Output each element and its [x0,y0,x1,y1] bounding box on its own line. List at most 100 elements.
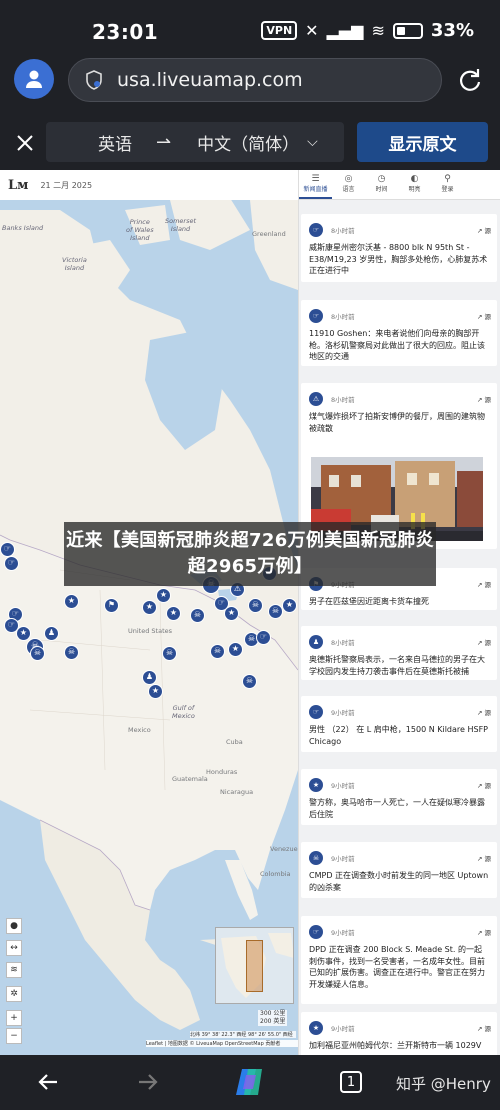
event-type-icon: ☠ [309,851,323,865]
event-marker[interactable]: ☞ [4,556,19,571]
card-time: 9小时前 [331,929,355,937]
map-layer-button[interactable]: ● [6,918,22,934]
event-type-icon: ☞ [309,925,323,939]
map-label-greenland: Greenland [252,230,286,238]
card-text: CMPD 正在调查数小时前发生的同一地区 Uptown 的凶杀案 [309,871,489,892]
event-type-icon: ★ [309,1021,323,1035]
event-marker[interactable]: ★ [224,606,239,621]
feed-card[interactable]: ☠ 9小时前 ↗ 源 CMPD 正在调查数小时前发生的同一地区 Uptown 的凶杀… [301,842,497,898]
map-expand-button[interactable]: ↔ [6,940,22,956]
event-marker[interactable]: ★ [228,642,243,657]
card-text: 煤气爆炸损坏了拍斯安博伊的餐厅，周围的建筑物被疏散 [309,412,485,433]
card-source-link[interactable]: ↗ 源 [477,707,491,717]
map-settings-icon[interactable]: ✲ [6,986,22,1002]
event-marker[interactable]: ★ [166,606,181,621]
card-text: 男子在匹兹堡因近距离卡货车撞死 [309,597,429,606]
feed-card[interactable]: ★ 9小时前 ↗ 源 警方称，奥马哈市一人死亡，一人在疑似寒冷暴露后住院 [301,769,497,825]
minimap[interactable] [215,927,294,1004]
zoom-in-button[interactable]: + [6,1010,22,1026]
tab-time[interactable]: ◷ 时间 [365,170,398,199]
phone-screen: 23:01 VPN ✕ ▂▄▆ ≋ 33% usa.liveuamap.com … [0,0,500,1110]
event-marker[interactable]: ★ [282,598,297,613]
map-layers-icon[interactable]: ≋ [6,962,22,978]
tab-language[interactable]: ◎ 语言 [332,170,365,199]
url-field[interactable]: usa.liveuamap.com [68,58,442,102]
event-type-icon: ★ [309,778,323,792]
reload-button[interactable] [452,62,488,98]
event-marker[interactable]: ☠ [30,646,45,661]
source-language[interactable]: 英语 [98,130,132,155]
url-text: usa.liveuamap.com [117,69,303,91]
card-source-link[interactable]: ↗ 源 [477,394,491,404]
card-source-link[interactable]: ↗ 源 [477,311,491,321]
forward-arrow-icon [139,1074,158,1090]
event-type-icon: ♟ [309,635,323,649]
event-marker[interactable]: ★ [64,594,79,609]
news-feed: ☰ 新闻直播 ◎ 语言 ◷ 时间 ◐ 明亮 ⚲ 登录 ☞ 8小时前 ↗ 源 威斯康星州密尔沃基… [298,170,500,1055]
card-text: 奥德斯托警察局表示，一名来自马德拉的男子在大学校园内发生持刀袭击事件后在莫德斯托… [309,655,485,676]
event-marker[interactable]: ☞ [256,630,271,645]
status-time: 23:01 [92,20,159,44]
chevron-down-icon[interactable]: ⌵ [307,134,318,150]
show-original-button[interactable]: 显示原文 [357,122,488,162]
map-label-cuba: Cuba [226,738,243,746]
tab-brightness[interactable]: ◐ 明亮 [398,170,431,199]
event-marker[interactable]: ☠ [210,644,225,659]
event-marker[interactable]: ☞ [0,542,15,557]
card-text: 警方称，奥马哈市一人死亡，一人在疑似寒冷暴露后住院 [309,798,485,819]
event-marker[interactable]: ☠ [64,645,79,660]
card-time: 9小时前 [331,782,355,790]
map-attribution[interactable]: Leaflet | 地图数据 © LiveuaMap OpenStreetMap… [146,1040,298,1047]
feed-card[interactable]: ☞ 8小时前 ↗ 源 威斯康星州密尔沃基 - 8800 blk N 95th St … [301,214,497,282]
tabs-button[interactable]: 1 [336,1065,366,1099]
minimap-viewport[interactable] [246,940,263,992]
map-label-mexico: Mexico [128,726,151,734]
close-translate-button[interactable] [8,126,42,160]
event-marker[interactable]: ★ [142,600,157,615]
tab-news-live[interactable]: ☰ 新闻直播 [299,170,332,199]
card-source-link[interactable]: ↗ 源 [477,1023,491,1033]
copilot-button[interactable] [228,1065,272,1099]
card-text: 加利福尼亚州帕姆代尔：兰开斯特市一辆 1029V [309,1041,482,1050]
event-marker[interactable]: ♟ [44,626,59,641]
event-marker[interactable]: ☠ [242,674,257,689]
map-label-victoria: Victoria Island [62,256,87,272]
card-source-link[interactable]: ↗ 源 [477,637,491,647]
card-source-link[interactable]: ↗ 源 [477,780,491,790]
feed-card[interactable]: ☞ 9小时前 ↗ 源 DPD 正在调查 200 Block S. Meade St.… [301,916,497,1004]
reload-icon [459,69,481,91]
zoom-out-button[interactable]: − [6,1028,22,1044]
signal-icon: ▂▄▆ [326,21,364,40]
map-view[interactable]: Lм 21 二月 2025 Banks Island Victoria Isla… [0,170,298,1055]
event-marker[interactable]: ☠ [190,608,205,623]
event-marker[interactable]: ☠ [268,604,283,619]
tab-login[interactable]: ⚲ 登录 [431,170,464,199]
map-label-colombia: Colombia [260,870,291,878]
site-security-icon[interactable] [85,70,103,90]
swap-languages-icon[interactable]: ⇀ [156,132,171,153]
event-marker[interactable]: ☠ [162,646,177,661]
map-date: 21 二月 2025 [40,180,93,190]
event-marker[interactable]: ⚑ [104,598,119,613]
liveuamap-logo[interactable]: Lм [8,178,28,193]
map-label-prince-of-wales: Prince of Wales Island [126,218,154,242]
event-marker[interactable]: ★ [148,684,163,699]
card-source-link[interactable]: ↗ 源 [477,579,491,589]
feed-card[interactable]: ★ 9小时前 ↗ 源 加利福尼亚州帕姆代尔：兰开斯特市一辆 1029V [301,1012,497,1055]
card-source-link[interactable]: ↗ 源 [477,927,491,937]
event-marker[interactable]: ♟ [142,670,157,685]
feed-card[interactable]: ♟ 8小时前 ↗ 源 奥德斯托警察局表示，一名来自马德拉的男子在大学校园内发生持刀袭… [301,626,497,680]
feed-card[interactable]: ☞ 8小时前 ↗ 源 11910 Goshen：来电者说他们向母亲的胸部开枪。洛杉矶… [301,300,497,366]
person-icon [26,70,42,88]
profile-avatar[interactable] [14,59,54,99]
event-marker[interactable]: ★ [156,588,171,603]
language-selector[interactable]: 英语 ⇀ 中文（简体） ⌵ [46,122,344,162]
forward-button[interactable] [130,1065,166,1099]
event-marker[interactable]: ☠ [248,598,263,613]
target-language[interactable]: 中文（简体） [197,130,299,155]
feed-card[interactable]: ☞ 9小时前 ↗ 源 男性 （22） 在 L 肩中枪，1500 N Kildare … [301,696,497,752]
map-label-gulf-of-mexico: Gulf of Mexico [172,704,195,720]
card-source-link[interactable]: ↗ 源 [477,225,491,235]
back-button[interactable] [30,1065,66,1099]
card-source-link[interactable]: ↗ 源 [477,853,491,863]
